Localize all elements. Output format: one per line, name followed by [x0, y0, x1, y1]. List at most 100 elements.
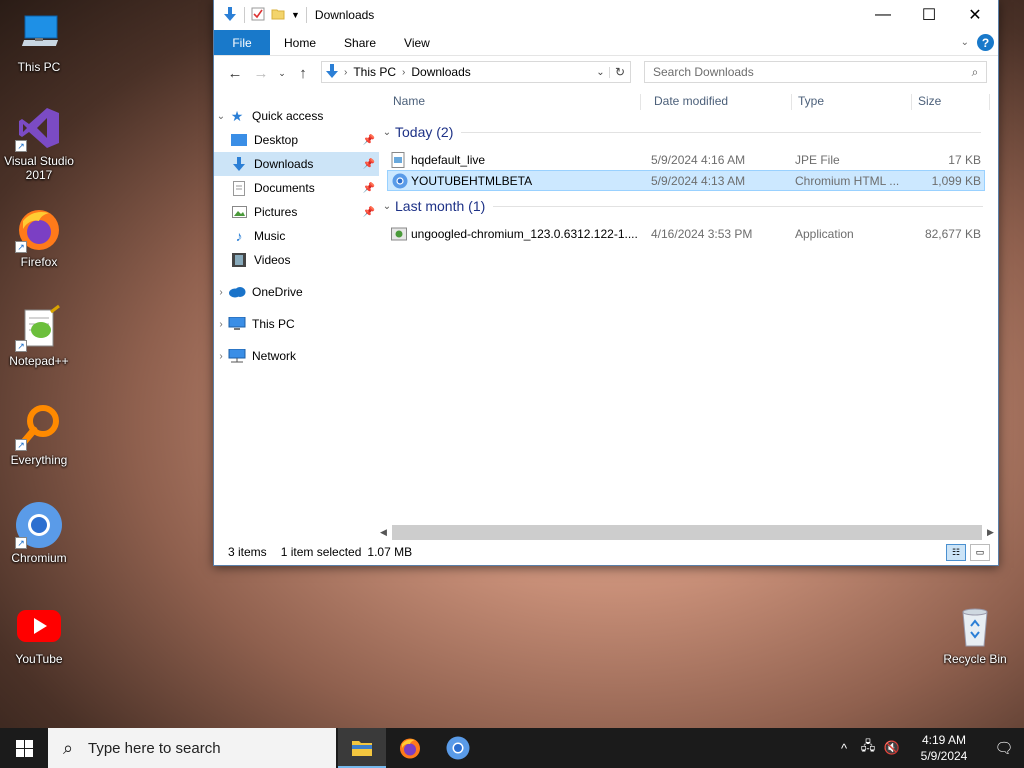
help-button[interactable]: ?	[977, 34, 994, 51]
large-icons-view-icon[interactable]: ▭	[970, 544, 990, 561]
file-row[interactable]: ungoogled-chromium_123.0.6312.122-1.... …	[387, 223, 985, 244]
address-bar[interactable]: › This PC › Downloads ⌄ ↻	[321, 61, 631, 83]
desktop-icon-this-pc[interactable]: This PC	[0, 10, 78, 74]
show-hidden-icons-chevron-icon[interactable]: ^	[832, 741, 856, 756]
file-date: 5/9/2024 4:13 AM	[651, 173, 746, 188]
collapsed-chevron-icon[interactable]: ›	[214, 287, 228, 298]
tab-home[interactable]: Home	[270, 30, 330, 55]
nav-this-pc[interactable]: › This PC	[214, 312, 379, 336]
scrollbar-thumb[interactable]	[392, 525, 982, 540]
network-icon[interactable]: 🖧	[856, 737, 880, 759]
quick-access-toolbar: ▼	[214, 6, 307, 25]
notification-icon[interactable]: 🗨	[984, 739, 1024, 757]
taskbar-search-input[interactable]: Type here to search	[88, 740, 221, 757]
status-bar: 3 items 1 item selected 1.07 MB ☷ ▭	[214, 539, 998, 565]
collapsed-chevron-icon[interactable]: ›	[214, 319, 228, 330]
file-row[interactable]: hqdefault_live 5/9/2024 4:16 AM JPE File…	[387, 149, 985, 170]
up-arrow-icon[interactable]: ↑	[292, 65, 314, 82]
collapsed-chevron-icon[interactable]: ›	[214, 351, 228, 362]
volume-muted-icon[interactable]: 🔇	[880, 740, 904, 756]
desktop-icon-recycle-bin[interactable]: Recycle Bin	[936, 602, 1014, 666]
download-location-icon	[322, 63, 340, 82]
tab-share[interactable]: Share	[330, 30, 390, 55]
nav-item-music[interactable]: ♪ Music	[214, 224, 379, 248]
desktop-icon-firefox[interactable]: ↗ Firefox	[0, 205, 78, 269]
picture-icon	[230, 204, 248, 220]
nav-item-downloads[interactable]: Downloads 📌	[214, 152, 379, 176]
desktop-icon-everything[interactable]: ↗ Everything	[0, 403, 78, 467]
file-explorer-window: ▼ Downloads — ☐ ✕ File Home Share View ⌄…	[213, 0, 999, 566]
group-header-today[interactable]: ⌄ Today (2)	[379, 124, 982, 140]
forward-arrow-icon[interactable]: →	[250, 65, 272, 82]
group-header-last-month[interactable]: ⌄ Last month (1)	[379, 198, 984, 214]
pin-icon[interactable]: 📌	[363, 183, 375, 194]
pin-icon[interactable]: 📌	[363, 159, 375, 170]
recent-locations-chevron-icon[interactable]: ⌄	[276, 68, 288, 79]
desktop-icon-visual-studio[interactable]: ↗ Visual Studio 2017	[0, 104, 78, 182]
column-header-size[interactable]: Size	[912, 94, 990, 110]
nav-item-documents[interactable]: Documents 📌	[214, 176, 379, 200]
column-headers: Name Date modified Type Size	[379, 90, 998, 112]
tab-file[interactable]: File	[214, 30, 270, 55]
navigation-bar: ← → ⌄ ↑ › This PC › Downloads ⌄ ↻ Search…	[214, 56, 998, 90]
nav-item-desktop[interactable]: Desktop 📌	[214, 128, 379, 152]
desktop-icon-youtube[interactable]: YouTube	[0, 602, 78, 666]
new-folder-icon[interactable]	[271, 7, 285, 24]
tab-view[interactable]: View	[390, 30, 444, 55]
desktop-icon-chromium[interactable]: ↗ Chromium	[0, 501, 78, 565]
search-icon[interactable]: ⌕	[964, 65, 986, 80]
breadcrumb-separator-icon[interactable]: ›	[340, 67, 347, 78]
file-name: YOUTUBEHTMLBETA	[411, 173, 533, 188]
taskbar-firefox[interactable]	[386, 728, 434, 768]
desktop-icon-notepad-plus-plus[interactable]: ↗ Notepad++	[0, 304, 78, 368]
scroll-left-arrow-icon[interactable]: ◀	[375, 527, 392, 538]
start-button[interactable]	[0, 728, 48, 768]
taskbar-search-box[interactable]: ⌕ Type here to search	[48, 728, 336, 768]
pin-icon[interactable]: 📌	[363, 207, 375, 218]
details-view-icon[interactable]: ☷	[946, 544, 966, 561]
group-collapse-chevron-icon[interactable]: ⌄	[379, 127, 395, 138]
image-file-icon	[391, 151, 407, 168]
scroll-right-arrow-icon[interactable]: ▶	[982, 527, 999, 538]
search-box[interactable]: Search Downloads ⌕	[644, 61, 987, 83]
nav-item-label: OneDrive	[252, 285, 303, 299]
window-controls: — ☐ ✕	[860, 0, 998, 30]
close-button[interactable]: ✕	[952, 0, 998, 30]
chromium-icon: ↗	[15, 501, 63, 549]
document-icon	[230, 180, 248, 196]
column-header-type[interactable]: Type	[792, 94, 912, 110]
properties-icon[interactable]	[251, 7, 265, 24]
expanded-chevron-icon[interactable]: ⌄	[214, 111, 228, 122]
nav-quick-access[interactable]: ⌄ ★ Quick access	[214, 104, 379, 128]
nav-network[interactable]: › Network	[214, 344, 379, 368]
file-size: 1,099 KB	[931, 173, 981, 188]
expand-ribbon-chevron-icon[interactable]: ⌄	[961, 37, 969, 48]
nav-onedrive[interactable]: › OneDrive	[214, 280, 379, 304]
column-header-date-modified[interactable]: Date modified	[648, 94, 792, 110]
nav-item-pictures[interactable]: Pictures 📌	[214, 200, 379, 224]
group-divider	[461, 131, 982, 133]
clock[interactable]: 4:19 AM 5/9/2024	[904, 732, 984, 764]
file-row-selected[interactable]: YOUTUBEHTMLBETA 5/9/2024 4:13 AM Chromiu…	[387, 170, 985, 191]
status-size: 1.07 MB	[367, 545, 413, 559]
taskbar-chromium[interactable]	[434, 728, 482, 768]
address-dropdown-chevron-icon[interactable]: ⌄	[592, 66, 610, 78]
refresh-icon[interactable]: ↻	[610, 65, 630, 79]
maximize-button[interactable]: ☐	[906, 0, 952, 30]
group-collapse-chevron-icon[interactable]: ⌄	[379, 201, 395, 212]
file-date: 4/16/2024 3:53 PM	[651, 226, 753, 241]
nav-item-videos[interactable]: Videos	[214, 248, 379, 272]
breadcrumb-this-pc[interactable]: This PC	[347, 65, 402, 79]
firefox-icon: ↗	[15, 205, 63, 253]
desktop-icon-label: Everything	[10, 453, 68, 467]
pin-icon[interactable]: 📌	[363, 135, 375, 146]
search-input[interactable]: Search Downloads	[653, 65, 754, 79]
minimize-button[interactable]: —	[860, 0, 906, 30]
taskbar-file-explorer[interactable]	[338, 728, 386, 768]
download-arrow-icon	[230, 156, 248, 172]
chromium-icon	[446, 736, 470, 760]
column-header-name[interactable]: Name	[387, 94, 641, 110]
breadcrumb-downloads[interactable]: Downloads	[405, 65, 476, 79]
back-arrow-icon[interactable]: ←	[224, 65, 246, 82]
customize-toolbar-chevron-icon[interactable]: ▼	[291, 10, 300, 20]
